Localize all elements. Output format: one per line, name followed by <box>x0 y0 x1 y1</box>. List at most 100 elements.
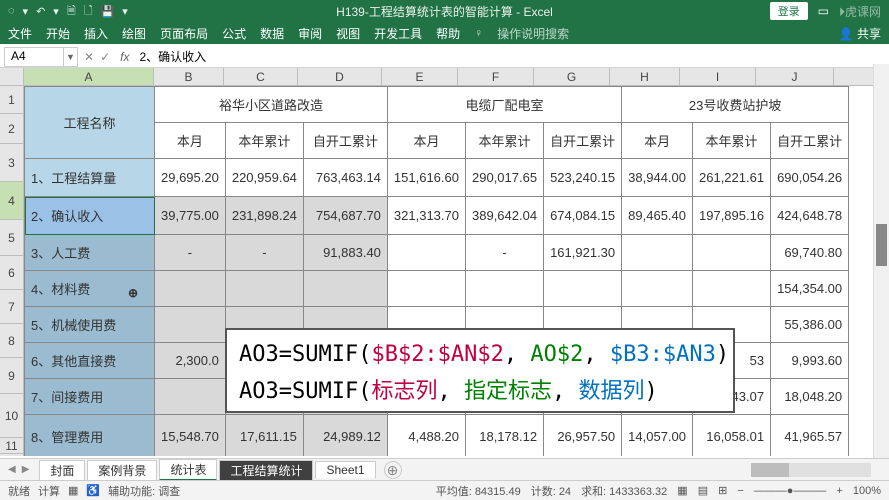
cell-E6[interactable] <box>387 271 465 307</box>
row-header-10[interactable]: 10 <box>0 394 23 438</box>
cell-G4[interactable]: 674,084.15 <box>544 197 622 235</box>
cell-G10[interactable]: 26,957.50 <box>544 415 622 457</box>
cell-G5[interactable]: 161,921.30 <box>544 235 622 271</box>
fx-confirm-icon[interactable]: ✓ <box>100 50 110 64</box>
view-pagebreak-icon[interactable]: ⊞ <box>718 484 727 497</box>
cell-B7[interactable] <box>155 307 226 343</box>
qat-doc-icon[interactable]: 🗎 <box>67 2 76 21</box>
cell-A7[interactable]: 5、机械使用费 <box>25 307 155 343</box>
cell-sub5[interactable]: 本年累计 <box>466 123 544 159</box>
sheet-tab-sheet1[interactable]: Sheet1 <box>315 461 375 478</box>
col-header-E[interactable]: E <box>382 68 458 85</box>
cell-F10[interactable]: 18,178.12 <box>466 415 544 457</box>
tab-layout[interactable]: 页面布局 <box>160 25 208 42</box>
cell-B9[interactable] <box>155 379 226 415</box>
cell-F6[interactable] <box>466 271 544 307</box>
cell-D4[interactable]: 754,687.70 <box>303 197 387 235</box>
cell-A10[interactable]: 8、管理费用 <box>25 415 155 457</box>
save-icon[interactable]: ▾ <box>23 5 29 18</box>
tab-developer[interactable]: 开发工具 <box>374 25 422 42</box>
row-header-5[interactable]: 5 <box>0 220 23 256</box>
cell-header-group2[interactable]: 电缆厂配电室 <box>387 87 621 123</box>
cell-B8[interactable]: 2,300.0 <box>155 343 226 379</box>
cell-J6[interactable]: 154,354.00 <box>771 271 849 307</box>
cell-E5[interactable] <box>387 235 465 271</box>
col-header-J[interactable]: J <box>756 68 834 85</box>
cell-A5[interactable]: 3、人工费 <box>25 235 155 271</box>
status-rec-icon[interactable]: ▦ <box>68 484 78 497</box>
accessibility-label[interactable]: 辅助功能: 调查 <box>108 483 180 499</box>
tab-nav-prev-icon[interactable]: ◀ <box>8 464 16 475</box>
cell-I3[interactable]: 261,221.61 <box>693 159 771 197</box>
cell-J7[interactable]: 55,386.00 <box>771 307 849 343</box>
cell-E3[interactable]: 151,616.60 <box>387 159 465 197</box>
cell-E10[interactable]: 4,488.20 <box>387 415 465 457</box>
cell-sub9[interactable]: 自开工累计 <box>771 123 849 159</box>
cell-D5[interactable]: 91,883.40 <box>303 235 387 271</box>
cell-F5[interactable]: - <box>466 235 544 271</box>
cell-B10[interactable]: 15,548.70 <box>155 415 226 457</box>
sheet-tab-cover[interactable]: 封面 <box>39 460 85 480</box>
cell-H4[interactable]: 89,465.40 <box>622 197 693 235</box>
accessibility-icon[interactable]: ♿ <box>86 484 100 497</box>
cell-E4[interactable]: 321,313.70 <box>387 197 465 235</box>
cell-sub6[interactable]: 自开工累计 <box>544 123 622 159</box>
cell-sub1[interactable]: 本月 <box>155 123 226 159</box>
col-header-C[interactable]: C <box>224 68 298 85</box>
name-box-dropdown-icon[interactable]: ▼ <box>64 47 78 67</box>
cell-B3[interactable]: 29,695.20 <box>155 159 226 197</box>
tab-data[interactable]: 数据 <box>260 25 284 42</box>
cell-A8[interactable]: 6、其他直接费 <box>25 343 155 379</box>
row-header-3[interactable]: 3 <box>0 144 23 182</box>
view-layout-icon[interactable]: ▤ <box>698 484 708 497</box>
qat-more-icon[interactable]: ▾ <box>122 5 128 18</box>
cell-F3[interactable]: 290,017.65 <box>466 159 544 197</box>
fx-cancel-icon[interactable]: ✕ <box>84 50 94 64</box>
sheet-tab-calculation[interactable]: 工程结算统计 <box>219 460 313 480</box>
cell-sub7[interactable]: 本月 <box>622 123 693 159</box>
cell-D10[interactable]: 24,989.12 <box>303 415 387 457</box>
row-header-11[interactable]: 11 <box>0 438 23 454</box>
autosave-toggle[interactable]: ◌ <box>8 5 15 17</box>
cell-J10[interactable]: 41,965.57 <box>771 415 849 457</box>
tell-me-icon[interactable]: ♀ <box>474 26 483 40</box>
tell-me-input[interactable]: 操作说明搜索 <box>497 25 569 42</box>
cell-header-group3[interactable]: 23号收费站护坡 <box>622 87 849 123</box>
tab-insert[interactable]: 插入 <box>84 25 108 42</box>
col-header-A[interactable]: A <box>24 68 154 85</box>
cell-B4[interactable]: 39,775.00 <box>155 197 226 235</box>
col-header-B[interactable]: B <box>154 68 224 85</box>
col-header-G[interactable]: G <box>534 68 610 85</box>
hscroll-thumb[interactable] <box>751 463 789 477</box>
cell-J9[interactable]: 18,048.20 <box>771 379 849 415</box>
undo-icon[interactable]: ↶ <box>36 5 45 18</box>
tab-review[interactable]: 审阅 <box>298 25 322 42</box>
cell-C5[interactable]: - <box>225 235 303 271</box>
cell-C3[interactable]: 220,959.64 <box>225 159 303 197</box>
new-sheet-button[interactable]: ⊕ <box>384 461 402 479</box>
col-header-H[interactable]: H <box>610 68 680 85</box>
cell-G6[interactable] <box>544 271 622 307</box>
window-minimize-icon[interactable]: ▭ <box>818 4 829 18</box>
cell-sub3[interactable]: 自开工累计 <box>303 123 387 159</box>
cell-I10[interactable]: 16,058.01 <box>693 415 771 457</box>
col-header-I[interactable]: I <box>680 68 756 85</box>
row-header-9[interactable]: 9 <box>0 358 23 394</box>
cell-I6[interactable] <box>693 271 771 307</box>
zoom-level[interactable]: 100% <box>853 485 881 497</box>
cell-C10[interactable]: 17,611.15 <box>225 415 303 457</box>
redo-icon[interactable]: ▾ <box>53 5 59 18</box>
tab-draw[interactable]: 绘图 <box>122 25 146 42</box>
cell-J3[interactable]: 690,054.26 <box>771 159 849 197</box>
cell-sub4[interactable]: 本月 <box>387 123 465 159</box>
cell-A3[interactable]: 1、工程结算量 <box>25 159 155 197</box>
fx-icon[interactable]: fx <box>116 50 133 64</box>
zoom-slider[interactable]: ―――●――― <box>754 485 827 497</box>
formula-input[interactable]: 2、确认收入 <box>133 47 889 66</box>
cell-J5[interactable]: 69,740.80 <box>771 235 849 271</box>
cell-F4[interactable]: 389,642.04 <box>466 197 544 235</box>
cell-A4-selected[interactable]: 2、确认收入 <box>25 197 155 235</box>
tab-nav-next-icon[interactable]: ▶ <box>22 464 30 475</box>
login-button[interactable]: 登录 <box>770 2 808 20</box>
vertical-scrollbar[interactable] <box>873 64 889 458</box>
